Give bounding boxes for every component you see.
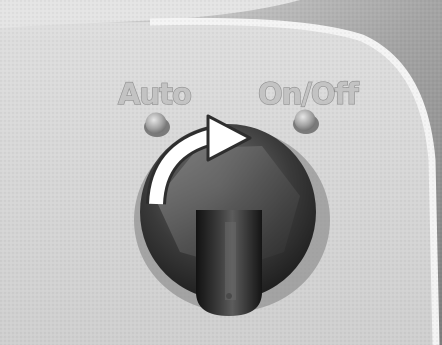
on-off-label: On/Off bbox=[258, 77, 359, 111]
control-panel-photo: Auto On/Off bbox=[0, 0, 442, 345]
auto-label: Auto bbox=[118, 77, 191, 111]
knob-grip-highlight bbox=[225, 222, 236, 300]
knob-pointer-dot bbox=[226, 293, 232, 299]
